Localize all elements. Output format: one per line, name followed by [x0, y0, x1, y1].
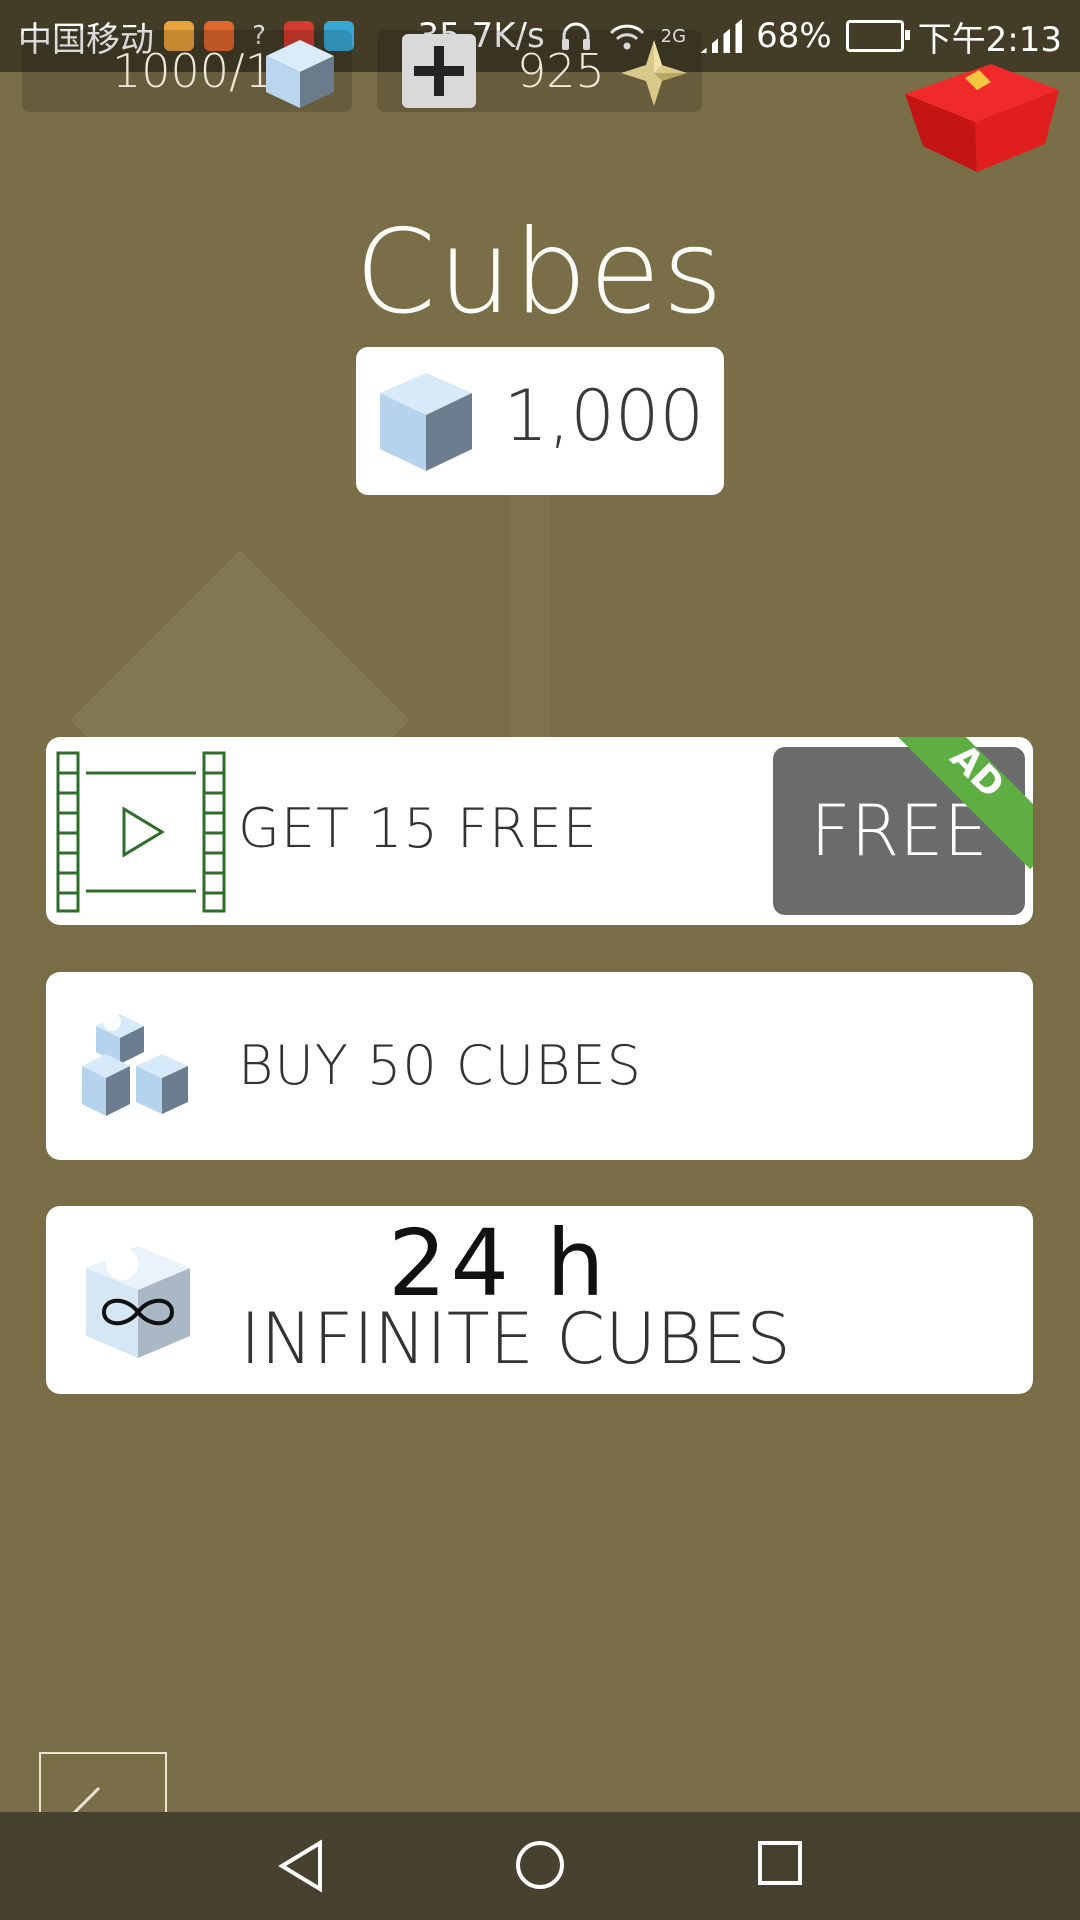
clock: 下午2:13 [917, 19, 1062, 60]
stars-counter: 925 [517, 44, 605, 98]
gift-box-button[interactable] [895, 60, 1065, 180]
top-counter-bar: 1000/10 925 [22, 30, 702, 112]
cube-count-value: 1,000 [503, 375, 704, 457]
watch-ad-offer-card[interactable]: GET 15 FREE FREE AD [46, 737, 1033, 925]
buy-cubes-offer-card[interactable]: BUY 50 CUBES [46, 972, 1033, 1160]
star-icon [621, 40, 687, 106]
cubes-counter-panel: 1000/10 [22, 30, 352, 112]
battery-percent: 68% [756, 16, 832, 56]
ad-offer-label: GET 15 FREE [238, 797, 598, 860]
nav-recents-icon[interactable] [756, 1839, 804, 1887]
infinite-offer-label: INFINITE CUBES [240, 1298, 791, 1380]
nav-home-icon[interactable] [514, 1839, 566, 1891]
cube-icon [266, 40, 334, 108]
video-film-icon [56, 751, 226, 913]
infinite-cubes-offer-card[interactable]: 24 h INFINITE CUBES [46, 1206, 1033, 1394]
cube-count-box: 1,000 [356, 347, 724, 495]
page-title: Cubes [355, 205, 725, 340]
nav-back-icon[interactable] [278, 1839, 324, 1893]
infinite-cube-icon [86, 1246, 190, 1358]
battery-icon [845, 20, 910, 52]
signal-icon [700, 19, 743, 53]
cube-icon [380, 373, 472, 471]
buy-offer-label: BUY 50 CUBES [238, 1034, 642, 1097]
navigation-bar [0, 1812, 1080, 1920]
background-shape [510, 480, 550, 740]
cube-stack-icon [82, 1013, 188, 1116]
stars-counter-panel: 925 [377, 30, 702, 112]
